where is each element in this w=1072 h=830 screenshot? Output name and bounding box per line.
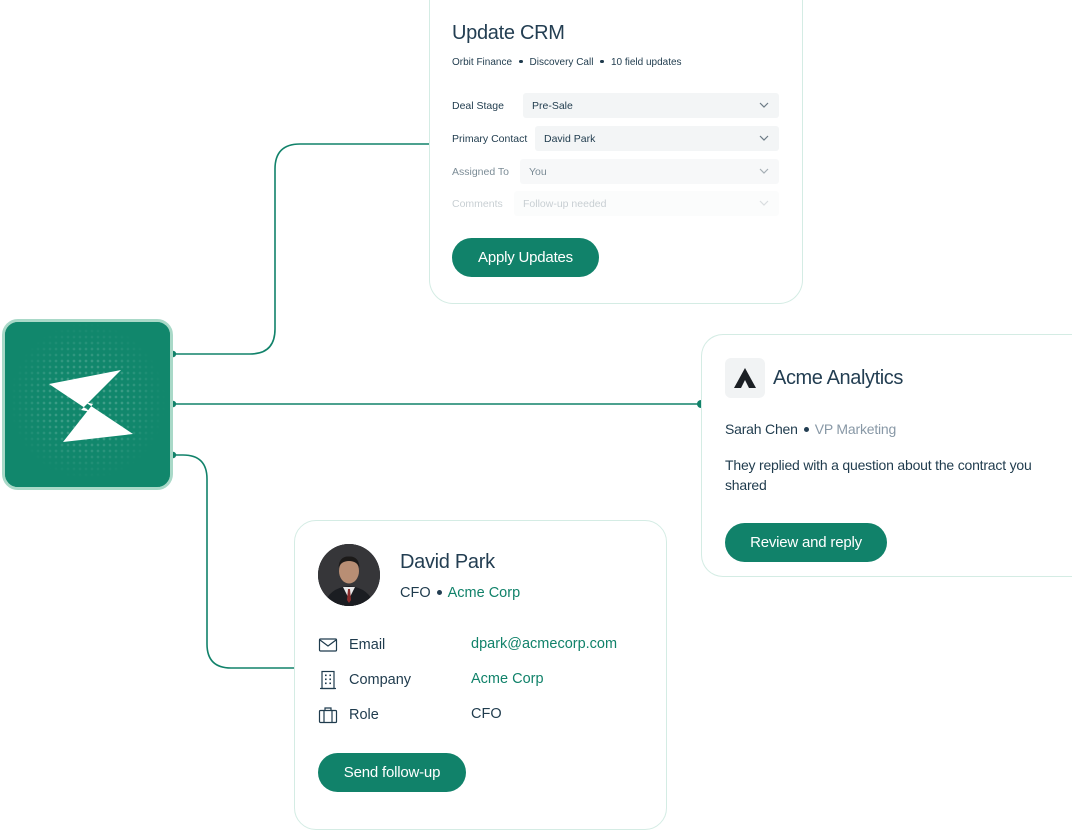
email-link[interactable]: dpark@acmecorp.com bbox=[471, 636, 617, 652]
acme-company-name: Acme Analytics bbox=[773, 367, 904, 389]
acme-message: They replied with a question about the c… bbox=[725, 457, 1032, 493]
chevron-down-icon bbox=[759, 102, 769, 108]
apply-updates-button[interactable]: Apply Updates bbox=[452, 238, 599, 277]
info-row-company: Company bbox=[318, 670, 411, 690]
briefcase-icon bbox=[318, 707, 338, 724]
comments-select[interactable]: Follow-up needed bbox=[514, 191, 779, 216]
connector-crm bbox=[173, 143, 436, 355]
crm-meta: Orbit Finance Discovery Call 10 field upda… bbox=[452, 57, 682, 68]
info-label: Email bbox=[349, 637, 386, 653]
review-and-reply-button[interactable]: Review and reply bbox=[725, 523, 887, 562]
chevron-down-icon bbox=[759, 168, 769, 174]
building-icon bbox=[320, 670, 336, 690]
acme-logo bbox=[725, 358, 765, 398]
field-deal-stage: Deal Stage bbox=[452, 93, 504, 118]
acme-analytics-card: Acme Analytics Sarah Chen VP Marketing Th… bbox=[701, 334, 1072, 577]
primary-contact-select[interactable]: David Park bbox=[535, 126, 779, 151]
chevron-down-icon bbox=[759, 135, 769, 141]
info-row-role: Role bbox=[318, 705, 379, 725]
acme-person-role: VP Marketing bbox=[814, 421, 897, 437]
field-label: Comments bbox=[452, 197, 503, 210]
assigned-to-value: You bbox=[529, 165, 547, 178]
field-label: Primary Contact bbox=[452, 132, 528, 145]
acme-person-name: Sarah Chen bbox=[725, 421, 798, 437]
info-label: Company bbox=[349, 672, 412, 688]
field-label: Deal Stage bbox=[452, 99, 504, 112]
deal-stage-value: Pre-Sale bbox=[532, 99, 573, 112]
crm-meta-activity: Discovery Call bbox=[529, 57, 594, 68]
role-value: CFO bbox=[471, 706, 502, 722]
info-label: Role bbox=[349, 707, 379, 723]
deal-stage-select[interactable]: Pre-Sale bbox=[523, 93, 779, 118]
lightning-bolt-icon bbox=[49, 370, 133, 442]
brand-logo-tile bbox=[2, 319, 173, 490]
acme-triangle-icon bbox=[734, 368, 756, 388]
connector-contact bbox=[173, 454, 306, 669]
field-comments: Comments bbox=[452, 191, 503, 216]
send-follow-up-button[interactable]: Send follow-up bbox=[318, 753, 466, 792]
avatar bbox=[318, 544, 380, 606]
field-primary-contact: Primary Contact bbox=[452, 126, 527, 151]
crm-meta-count: 10 field updates bbox=[610, 57, 682, 68]
contact-subtitle: CFO Acme Corp bbox=[400, 585, 520, 601]
crm-meta-account: Orbit Finance bbox=[452, 57, 513, 68]
field-assigned-to: Assigned To bbox=[452, 159, 509, 184]
contact-name: David Park bbox=[400, 551, 495, 573]
field-label: Assigned To bbox=[452, 165, 510, 178]
primary-contact-value: David Park bbox=[544, 132, 596, 145]
chevron-down-icon bbox=[759, 200, 769, 206]
envelope-icon bbox=[318, 638, 338, 652]
acme-contact: Sarah Chen VP Marketing bbox=[725, 421, 896, 437]
comments-value: Follow-up needed bbox=[523, 197, 607, 210]
crm-title: Update CRM bbox=[452, 22, 565, 44]
contact-title: CFO bbox=[400, 585, 431, 601]
company-link[interactable]: Acme Corp bbox=[471, 671, 544, 687]
avatar-portrait bbox=[318, 544, 380, 606]
assigned-to-select[interactable]: You bbox=[520, 159, 779, 184]
update-crm-card: Update CRM Orbit Finance Discovery Call 10… bbox=[429, 0, 803, 304]
info-row-email: Email bbox=[318, 635, 385, 655]
contact-company-link[interactable]: Acme Corp bbox=[448, 585, 521, 601]
contact-card: David Park CFO Acme Corp Email dpark@acme… bbox=[294, 520, 667, 830]
